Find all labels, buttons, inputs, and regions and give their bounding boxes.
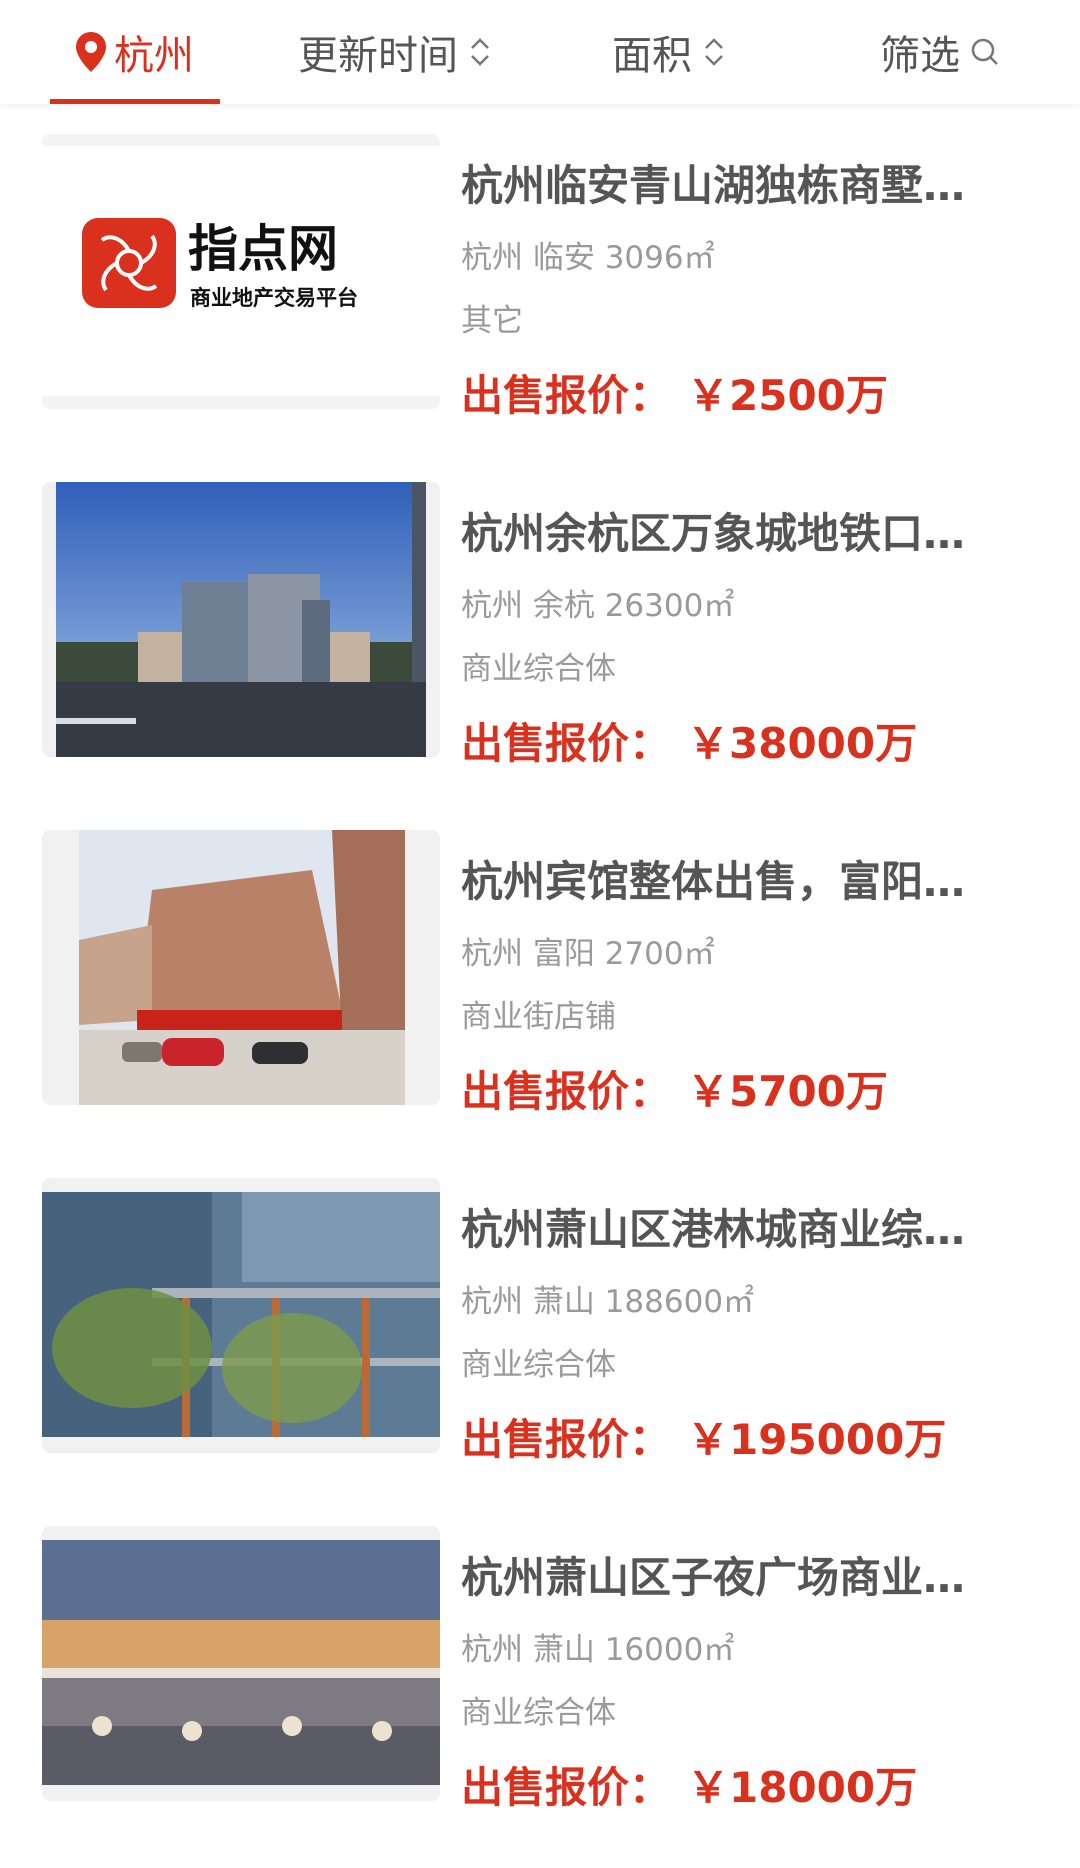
listing-title[interactable]: 杭州余杭区万象城地铁口… (461, 500, 1006, 561)
listing-location-area: 杭州 余杭 26300㎡ (461, 588, 735, 624)
price-value: ￥38000万 (687, 719, 918, 768)
listing-thumbnail (42, 830, 440, 1105)
listing-title[interactable]: 杭州宾馆整体出售，富阳… (461, 848, 1006, 909)
listing-card[interactable]: 杭州余杭区万象城地铁口… 杭州 余杭 26300㎡ 商业综合体 出售报价： ￥38… (0, 482, 1080, 772)
active-tab-indicator (50, 99, 220, 104)
filter-label: 筛选 (880, 33, 960, 79)
sort-time-label: 更新时间 (298, 33, 458, 79)
listing-thumbnail (42, 1178, 440, 1453)
price-label: 出售报价： (461, 1067, 672, 1116)
sort-area-label: 面积 (612, 33, 692, 79)
listing-price: 出售报价： ￥5700万 (461, 1058, 888, 1119)
listing-thumbnail (42, 1526, 440, 1801)
listing-location-area: 杭州 萧山 16000㎡ (461, 1632, 735, 1668)
listing-title[interactable]: 杭州萧山区子夜广场商业… (461, 1544, 1006, 1605)
price-value: ￥18000万 (687, 1763, 918, 1812)
logo-tagline: 商业地产交易平台 (190, 286, 358, 310)
price-label: 出售报价： (461, 719, 672, 768)
listing-card[interactable]: 杭州宾馆整体出售，富阳… 杭州 富阳 2700㎡ 商业街店铺 出售报价： ￥570… (0, 830, 1080, 1120)
listing-property-type: 商业综合体 (461, 1347, 616, 1383)
listing-title[interactable]: 杭州萧山区港林城商业综… (461, 1196, 1006, 1257)
listing-thumbnail (42, 482, 440, 757)
price-value: ￥5700万 (687, 1067, 888, 1116)
price-label: 出售报价： (461, 1415, 672, 1464)
listing-property-type: 商业综合体 (461, 651, 616, 687)
listing-thumbnail: 指点网 商业地产交易平台 (42, 134, 440, 409)
price-value: ￥2500万 (687, 371, 888, 420)
listing-price: 出售报价： ￥18000万 (461, 1754, 917, 1815)
listing-location-area: 杭州 富阳 2700㎡ (461, 936, 715, 972)
logo-name: 指点网 (188, 220, 338, 278)
filter-button[interactable]: 筛选 (880, 0, 1000, 104)
sort-arrows-icon (705, 38, 723, 66)
sort-by-area[interactable]: 面积 (612, 0, 726, 104)
plaza-rendering-photo (42, 1526, 440, 1801)
listing-card[interactable]: 指点网 商业地产交易平台 杭州临安青山湖独栋商墅… 杭州 临安 3096㎡ 其它… (0, 134, 1080, 424)
listing-property-type: 其它 (461, 303, 523, 339)
listing-card[interactable]: 杭州萧山区港林城商业综… 杭州 萧山 188600㎡ 商业综合体 出售报价： ￥1… (0, 1178, 1080, 1468)
sort-arrows-icon (471, 38, 489, 66)
location-pin-icon (76, 32, 106, 72)
price-value: ￥195000万 (687, 1415, 947, 1464)
listing-price: 出售报价： ￥2500万 (461, 362, 888, 423)
listing-property-type: 商业综合体 (461, 1695, 616, 1731)
filter-bar: 杭州 更新时间 面积 筛选 (0, 0, 1080, 104)
hotel-building-photo (42, 830, 440, 1105)
listing-card[interactable]: 杭州萧山区子夜广场商业… 杭州 萧山 16000㎡ 商业综合体 出售报价： ￥18… (0, 1526, 1080, 1816)
city-label: 杭州 (114, 33, 194, 79)
listing-price: 出售报价： ￥38000万 (461, 710, 917, 771)
price-label: 出售报价： (461, 1763, 672, 1812)
listing-property-type: 商业街店铺 (461, 999, 616, 1035)
listing-price: 出售报价： ￥195000万 (461, 1406, 946, 1467)
listing-title[interactable]: 杭州临安青山湖独栋商墅… (461, 152, 1006, 213)
sort-by-update-time[interactable]: 更新时间 (298, 0, 492, 104)
search-icon (971, 38, 998, 65)
price-label: 出售报价： (461, 371, 672, 420)
commercial-complex-photo (42, 1178, 440, 1453)
zhidian-logo-image: 指点网 商业地产交易平台 (42, 134, 440, 409)
listing-location-area: 杭州 萧山 188600㎡ (461, 1284, 755, 1320)
office-towers-photo (42, 482, 440, 757)
city-selector[interactable]: 杭州 (74, 0, 194, 104)
listing-location-area: 杭州 临安 3096㎡ (461, 240, 715, 276)
